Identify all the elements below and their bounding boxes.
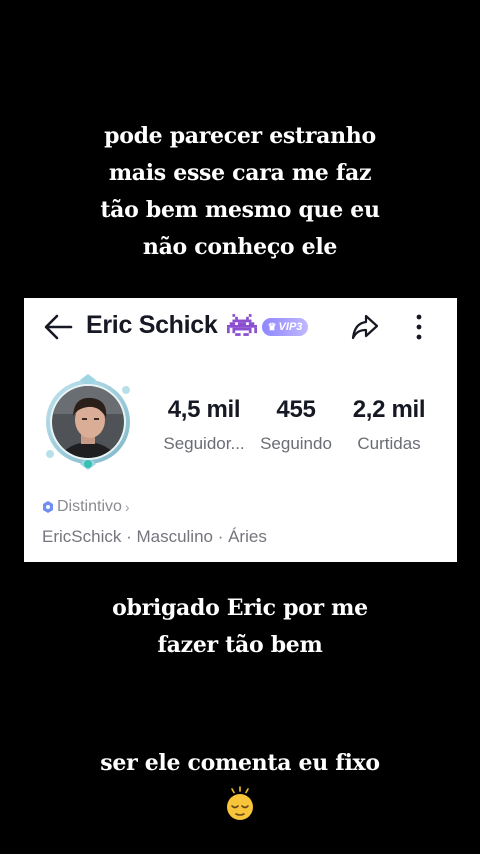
caption-line: mais esse cara me faz xyxy=(108,160,372,186)
stat-followers[interactable]: 4,5 mil Seguidor... xyxy=(154,396,254,466)
caption-line: não conheço ele xyxy=(142,234,338,260)
vip-label: VIP3 xyxy=(278,321,303,333)
avatar[interactable] xyxy=(40,374,136,470)
vip-badge[interactable]: ♛ VIP3 xyxy=(262,318,308,336)
badge-icon xyxy=(43,501,53,513)
caption-line: obrigado Eric por me xyxy=(112,595,368,621)
caption-middle: obrigado Eric por me fazer tão bem xyxy=(0,590,480,664)
stat-label: Seguidor... xyxy=(163,434,245,453)
badge-label: Distintivo xyxy=(57,498,122,515)
stat-label: Seguindo xyxy=(260,434,332,453)
profile-card: Eric Schick ♛ VIP3 4,5 mil Seguidor... 4… xyxy=(24,298,457,562)
more-vertical-icon xyxy=(416,314,422,340)
caption-bottom: ser ele comenta eu fixo xyxy=(0,745,480,782)
caption-line: fazer tão bem xyxy=(157,632,323,658)
stat-following[interactable]: 455 Seguindo xyxy=(252,396,340,466)
stat-value: 455 xyxy=(276,396,316,423)
stat-value: 2,2 mil xyxy=(352,396,426,423)
caption-line: ser ele comenta eu fixo xyxy=(100,750,380,776)
stat-value: 4,5 mil xyxy=(167,396,241,423)
caption-line: tão bem mesmo que eu xyxy=(100,197,380,223)
badge-link[interactable]: Distintivo › xyxy=(42,498,130,516)
back-button[interactable] xyxy=(42,312,74,342)
sleepy-relieved-face-icon xyxy=(222,786,258,822)
share-icon xyxy=(351,314,379,340)
stat-likes[interactable]: 2,2 mil Curtidas xyxy=(346,396,432,466)
crown-icon: ♛ xyxy=(267,321,277,333)
alien-monster-icon xyxy=(227,311,257,339)
profile-details: EricSchick · Masculino · Áries xyxy=(42,527,267,546)
profile-header: Eric Schick ♛ VIP3 xyxy=(24,298,457,356)
more-options-button[interactable] xyxy=(409,312,429,342)
share-button[interactable] xyxy=(350,312,380,342)
caption-top: pode parecer estranho mais esse cara me … xyxy=(0,118,480,266)
chevron-right-icon: › xyxy=(124,499,130,515)
profile-name: Eric Schick xyxy=(86,311,218,339)
caption-line: pode parecer estranho xyxy=(104,123,376,149)
back-arrow-icon xyxy=(44,314,73,340)
stat-label: Curtidas xyxy=(357,434,421,453)
